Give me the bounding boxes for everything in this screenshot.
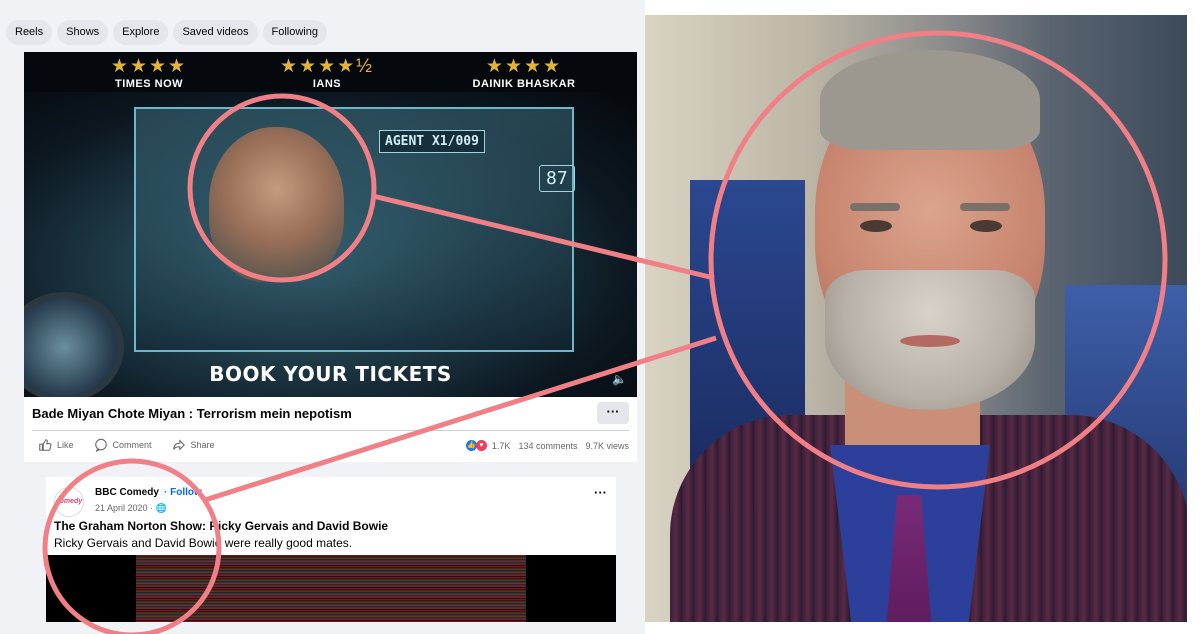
divider [32, 430, 629, 431]
share-button[interactable]: Share [172, 438, 215, 452]
reactions-count: 1.7K [491, 440, 511, 451]
page-name[interactable]: BBC Comedy [95, 487, 159, 498]
eyebrow [960, 203, 1010, 211]
rating-outlet: TIMES NOW [114, 78, 184, 90]
tab-reels[interactable]: Reels [6, 20, 53, 45]
post-stats: 👍 ♥ 1.7K 134 comments 9.7K views [465, 440, 629, 451]
video-player[interactable]: AGENT X1/009 87 ★★★★ TIMES NOW ★★★★½ IAN… [24, 52, 637, 397]
follow-label: Follow [170, 487, 202, 498]
bbc-comedy-post-card: comedy BBC Comedy · Follow 21 April 2020… [46, 477, 616, 622]
video-title[interactable]: Bade Miyan Chote Miyan : Terrorism mein … [32, 406, 352, 421]
like-label: Like [57, 440, 74, 450]
post-date[interactable]: 21 April 2020 · 🌐 [95, 503, 167, 514]
tab-following[interactable]: Following [262, 20, 327, 45]
book-tickets-banner: BOOK YOUR TICKETS [209, 362, 452, 386]
comment-label: Comment [112, 440, 152, 450]
more-options-button[interactable]: ··· [597, 402, 629, 424]
globe-icon: 🌐 [155, 503, 167, 513]
video-player[interactable] [46, 555, 616, 622]
comparison-photo [645, 15, 1187, 622]
post-title: The Graham Norton Show: Ricky Gervais an… [54, 519, 389, 533]
rating-stars: ★★★★½ [280, 56, 374, 77]
tab-shows[interactable]: Shows [57, 20, 109, 45]
like-button[interactable]: Like [38, 438, 74, 452]
rating-stars: ★★★★ [485, 56, 563, 77]
rating-outlet: IANS [312, 78, 342, 90]
share-icon [172, 439, 185, 451]
page-avatar[interactable]: comedy [54, 487, 84, 517]
views-count: 9.7K views [585, 440, 629, 451]
comments-count[interactable]: 134 comments [518, 441, 577, 451]
follow-button[interactable]: · Follow [164, 487, 202, 498]
video-actor-face [209, 127, 344, 282]
rating-times-now: ★★★★ TIMES NOW [94, 56, 204, 90]
rating-dainik-bhaskar: ★★★★ DAINIK BHASKAR [464, 56, 584, 90]
hud-number-readout: 87 [539, 165, 575, 192]
video-hud-screen [134, 107, 574, 352]
mute-icon[interactable]: 🔈 [612, 372, 627, 386]
tab-saved-videos[interactable]: Saved videos [173, 20, 258, 45]
rating-ians: ★★★★½ IANS [272, 56, 382, 90]
more-options-button[interactable]: ··· [594, 485, 607, 500]
rating-stars: ★★★★ [110, 56, 188, 77]
hud-agent-label: AGENT X1/009 [379, 130, 485, 153]
facebook-watch-feed: Reels Shows Explore Saved videos Followi… [0, 0, 645, 634]
mouth [900, 335, 960, 347]
love-reaction-icon: ♥ [475, 440, 487, 451]
comment-icon [94, 438, 107, 452]
video-post-card: AGENT X1/009 87 ★★★★ TIMES NOW ★★★★½ IAN… [24, 52, 637, 462]
post-actions: Like Comment Share [38, 438, 215, 452]
share-label: Share [190, 440, 215, 450]
watch-tabs: Reels Shows Explore Saved videos Followi… [6, 20, 327, 45]
reactions[interactable]: 👍 ♥ 1.7K [465, 440, 511, 451]
grey-hair [820, 50, 1040, 150]
eye [970, 220, 1002, 232]
eyebrow [850, 203, 900, 211]
comment-button[interactable]: Comment [94, 438, 152, 452]
post-date-text: 21 April 2020 · [95, 503, 156, 513]
video-frame [136, 555, 526, 622]
critic-ratings: ★★★★ TIMES NOW ★★★★½ IANS ★★★★ DAINIK BH… [24, 56, 637, 96]
rating-outlet: DAINIK BHASKAR [472, 78, 576, 90]
post-description: Ricky Gervais and David Bowie were reall… [54, 536, 353, 550]
like-icon [39, 439, 52, 451]
eye [860, 220, 892, 232]
tab-explore[interactable]: Explore [113, 20, 169, 45]
